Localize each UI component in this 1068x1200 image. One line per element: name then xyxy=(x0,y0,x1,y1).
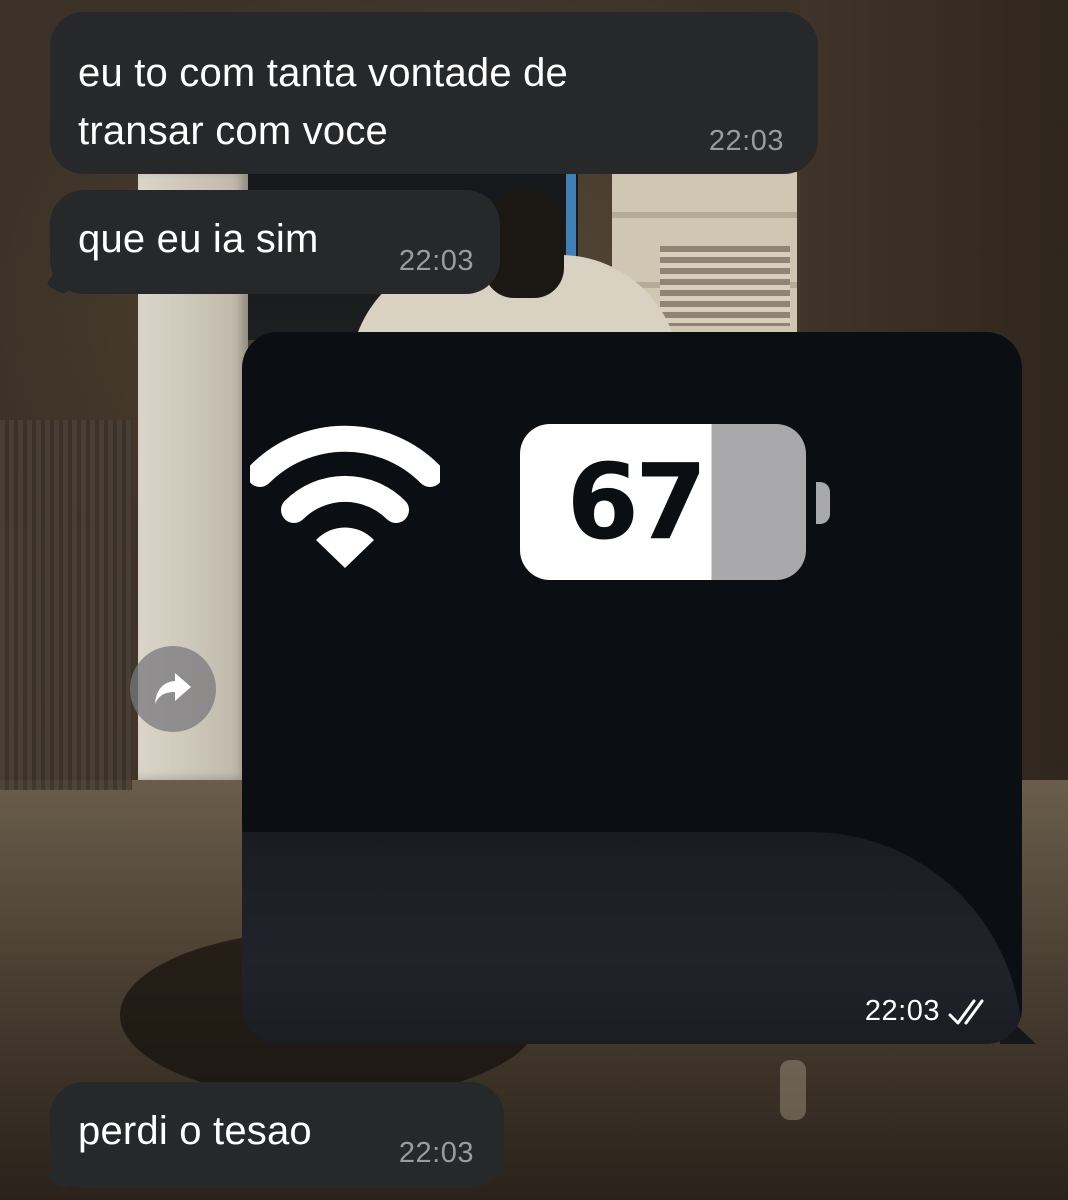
message-bubble-incoming[interactable]: eu to com tanta vontade de transar com v… xyxy=(50,12,818,174)
message-meta: 22:03 xyxy=(865,995,992,1028)
battery-percentage: 67 xyxy=(566,441,708,563)
message-time: 22:03 xyxy=(398,245,474,277)
message-bubble-incoming[interactable]: perdi o tesao 22:03 xyxy=(40,1082,504,1188)
double-check-icon xyxy=(948,999,984,1024)
wifi-icon xyxy=(250,425,440,568)
message-bubble-incoming[interactable]: que eu ia sim 22:03 xyxy=(40,190,500,294)
message-text: eu to com tanta vontade de transar com v… xyxy=(78,51,568,153)
message-time: 22:03 xyxy=(708,125,784,157)
image-message-outgoing[interactable]: 67 22:03 xyxy=(242,332,1022,1044)
message-time: 22:03 xyxy=(864,995,940,1027)
message-text: perdi o tesao xyxy=(78,1109,312,1153)
message-text: que eu ia sim xyxy=(78,217,319,261)
battery-icon: 67 xyxy=(520,424,806,580)
message-time: 22:03 xyxy=(398,1137,474,1169)
battery-cap xyxy=(816,482,830,524)
forward-arrow-icon xyxy=(155,673,191,704)
forward-button[interactable] xyxy=(130,646,216,732)
wallpaper-basket xyxy=(0,420,132,790)
